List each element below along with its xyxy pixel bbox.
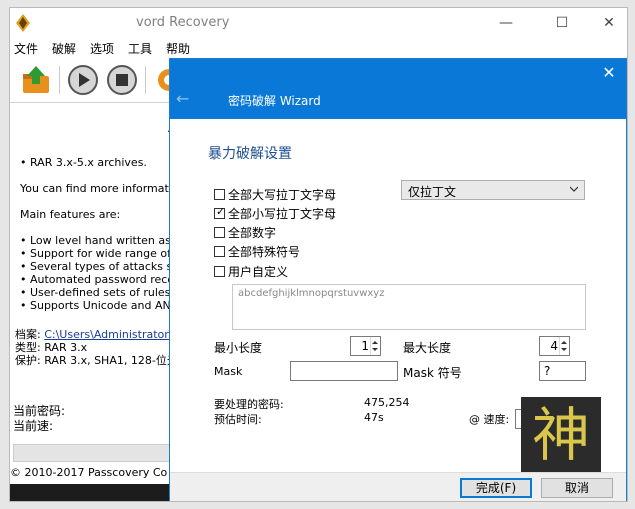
info-line: • User-defined sets of rules fo <box>20 286 185 299</box>
checkbox-digits[interactable]: 全部数字 <box>214 224 276 240</box>
mask-char-label: Mask 符号 <box>403 366 462 380</box>
wizard-dialog: ✕ ← 密码破解 Wizard 暴力破解设置 全部大写拉丁文字母 ✓ 全部小写拉… <box>169 58 627 501</box>
info-line: • RAR 3.x-5.x archives. <box>20 156 147 169</box>
max-length-stepper[interactable]: 4 <box>539 336 570 356</box>
info-line: Main features are: <box>20 208 121 221</box>
mask-input[interactable] <box>290 361 398 381</box>
speed-label: @ 速度: <box>469 413 510 426</box>
menu-help[interactable]: 帮助 <box>166 40 190 57</box>
section-title: 暴力破解设置 <box>208 146 292 162</box>
arrow-up-icon[interactable] <box>372 341 378 344</box>
checkbox-uppercase[interactable]: 全部大写拉丁文字母 <box>214 186 336 202</box>
copyright-text: © 2010-2017 Passcovery Co <box>10 466 168 479</box>
checkbox-box[interactable]: ✓ <box>214 204 226 219</box>
info-line: • Supports Unicode and ANSI d <box>20 299 192 312</box>
mask-label: Mask <box>214 365 243 378</box>
custom-charset-value: abcdefghijklmnopqrstuvwxyz <box>238 288 385 299</box>
arrow-down-icon[interactable] <box>372 348 378 351</box>
min-length-label: 最小长度 <box>214 341 263 355</box>
passwords-label: 要处理的密码: <box>214 398 284 411</box>
stepper-arrows[interactable] <box>559 337 569 355</box>
min-length-stepper[interactable]: 1 <box>350 336 381 356</box>
max-length-value: 4 <box>550 339 558 353</box>
checkbox-custom[interactable]: 用户自定义 <box>214 263 288 279</box>
arrow-down-icon[interactable] <box>561 348 567 351</box>
min-length-value: 1 <box>361 339 369 353</box>
logo-character: 神 <box>531 401 590 469</box>
checkbox-box[interactable] <box>214 188 225 200</box>
checkbox-box[interactable] <box>214 245 225 257</box>
progress-bar <box>13 444 175 462</box>
time-value: 47s <box>364 411 384 424</box>
menu-file[interactable]: 文件 <box>14 40 38 57</box>
chevron-down-icon <box>570 186 578 192</box>
info-line: • Support for wide range of GP <box>20 247 190 260</box>
charset-selected-value: 仅拉丁文 <box>408 185 457 199</box>
toolbar-separator <box>145 66 146 94</box>
checkbox-label: 全部特殊符号 <box>228 244 301 259</box>
wizard-title: 密码破解 Wizard <box>228 94 321 108</box>
current-speed-label: 当前速: <box>13 419 54 433</box>
checkbox-label: 全部数字 <box>228 225 277 240</box>
checkbox-special[interactable]: 全部特殊符号 <box>214 243 300 259</box>
close-icon[interactable]: ✕ <box>600 64 618 82</box>
finish-button[interactable]: 完成(F) <box>460 478 532 498</box>
arrow-up-icon[interactable] <box>561 341 567 344</box>
info-line: • Automated password recover <box>20 273 192 286</box>
stepper-arrows[interactable] <box>370 337 380 355</box>
mask-char-input[interactable]: ? <box>539 361 586 381</box>
checkbox-box[interactable] <box>214 226 225 238</box>
app-logo-icon <box>16 14 30 32</box>
menu-tools[interactable]: 工具 <box>128 40 152 57</box>
checkbox-lowercase[interactable]: ✓ 全部小写拉丁文字母 <box>214 205 336 221</box>
checkbox-label: 全部小写拉丁文字母 <box>228 206 337 221</box>
cancel-button[interactable]: 取消 <box>541 478 613 498</box>
window-title: vord Recovery <box>136 15 230 30</box>
checkbox-label: 全部大写拉丁文字母 <box>228 187 337 202</box>
protection-label: 保护: <box>15 354 41 367</box>
mask-char-value: ? <box>544 364 551 378</box>
max-length-label: 最大长度 <box>403 341 452 355</box>
toolbar-separator <box>59 66 60 94</box>
info-line: • Several types of attacks supp <box>20 260 194 273</box>
close-button[interactable]: ✕ <box>589 11 629 35</box>
title-bar: vord Recovery — ☐ ✕ <box>10 8 627 38</box>
menu-bar: 文件 破解 选项 工具 帮助 <box>10 38 627 58</box>
protection-value: RAR 3.x, SHA1, 128-位元 <box>44 354 178 367</box>
checkmark-icon: ✓ <box>216 204 226 218</box>
custom-charset-input[interactable]: abcdefghijklmnopqrstuvwxyz <box>232 284 586 330</box>
play-icon[interactable] <box>67 64 99 96</box>
menu-crack[interactable]: 破解 <box>52 40 76 57</box>
wizard-header: ✕ ← 密码破解 Wizard <box>170 59 626 119</box>
checkbox-box[interactable] <box>214 265 225 277</box>
folder-up-icon[interactable] <box>20 64 52 96</box>
charset-dropdown[interactable]: 仅拉丁文 <box>401 180 585 200</box>
time-label: 预估时间: <box>214 413 262 426</box>
menu-options[interactable]: 选项 <box>90 40 114 57</box>
minimize-button[interactable]: — <box>486 11 526 35</box>
info-line: • Low level hand written assem <box>20 234 195 247</box>
protection-row: 保护: RAR 3.x, SHA1, 128-位元 <box>15 352 178 368</box>
logo-badge: 神 <box>521 397 601 475</box>
maximize-button[interactable]: ☐ <box>542 11 582 35</box>
checkbox-label: 用户自定义 <box>228 264 289 279</box>
passwords-value: 475,254 <box>364 396 410 409</box>
stop-icon[interactable] <box>106 64 138 96</box>
back-arrow-icon[interactable]: ← <box>176 89 189 108</box>
wizard-footer: 完成(F) 取消 <box>170 472 626 501</box>
